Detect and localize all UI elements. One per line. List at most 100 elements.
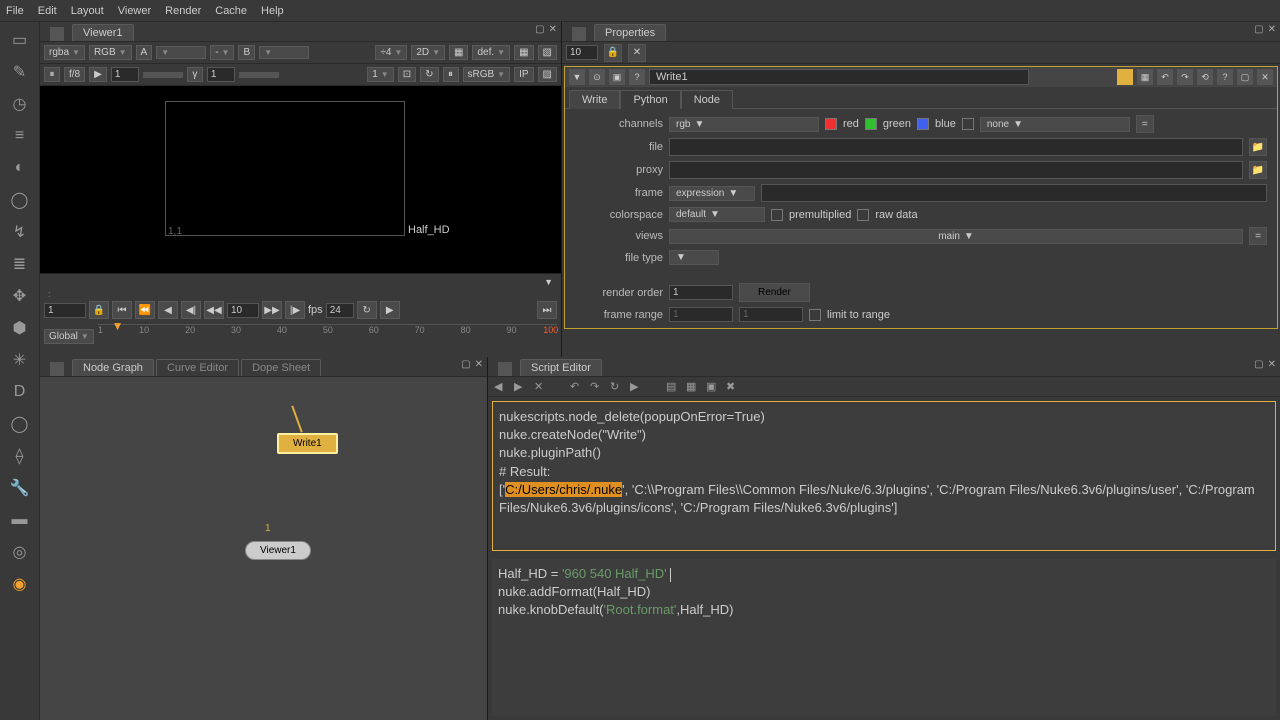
redo-icon[interactable]: ↷ [1177,69,1193,85]
source-script-icon[interactable]: ↶ [570,380,584,394]
pane-grip-icon[interactable] [572,27,586,41]
clear-output-icon[interactable]: ✖ [726,380,740,394]
zoom-select[interactable]: 1▼ [367,67,393,82]
limit-range-checkbox[interactable] [809,309,821,321]
menu-viewer[interactable]: Viewer [118,5,151,17]
tab-scripteditor[interactable]: Script Editor [520,359,602,376]
prev-script-icon[interactable]: ◀ [494,380,508,394]
tab-write[interactable]: Write [569,90,620,109]
blue-checkbox[interactable] [917,118,929,130]
pane-grip-icon[interactable] [50,362,64,376]
tool-image-icon[interactable]: ▭ [10,30,30,50]
pane-close-icon[interactable]: ✕ [1268,24,1276,35]
gamma-slider[interactable] [239,72,279,78]
viewport[interactable]: 1,1 Half_HD [40,86,561,273]
tab-dopesheet[interactable]: Dope Sheet [241,359,321,376]
tool-toolsets-icon[interactable]: 🔧 [10,478,30,498]
frame-start-input[interactable] [44,303,86,318]
node-input-arrow[interactable] [291,406,302,433]
gain-slider[interactable] [143,72,183,78]
current-frame-input[interactable] [227,303,259,318]
timeline-ruler[interactable]: ▼ 1 10 20 30 40 50 60 70 80 90 100 [98,324,557,348]
2d3d-select[interactable]: 2D▼ [411,45,445,60]
channels-select[interactable]: rgb▼ [669,117,819,132]
close-node-icon[interactable]: ✕ [1257,69,1273,85]
pane-close-icon[interactable]: ✕ [549,24,557,35]
menu-layout[interactable]: Layout [71,5,104,17]
colorspace-select[interactable]: default▼ [669,207,765,222]
show-both-icon[interactable]: ▣ [706,380,720,394]
tool-nuke-icon[interactable]: ◉ [10,574,30,594]
pause-icon[interactable]: ⏸ [44,67,60,82]
clear-panels-icon[interactable]: ✕ [628,44,646,62]
write-node[interactable]: Write1 [277,433,338,454]
tab-curveeditor[interactable]: Curve Editor [156,359,239,376]
tool-transform-icon[interactable]: ✥ [10,286,30,306]
menu-help[interactable]: Help [261,5,284,17]
node-help-icon[interactable]: ? [1217,69,1233,85]
proxy-browse-icon[interactable]: 📁 [1249,161,1267,179]
overlay-icon[interactable]: ▦ [514,45,533,60]
save-script-icon[interactable]: ↻ [610,380,624,394]
load-script-icon[interactable]: ↷ [590,380,604,394]
file-input[interactable] [669,138,1243,156]
tool-other-icon[interactable]: ▬ [10,510,30,530]
pane-max-icon[interactable]: ▢ [1254,359,1263,370]
alpha-checkbox[interactable] [962,118,974,130]
tab-viewer1[interactable]: Viewer1 [72,24,134,41]
tool-allplugins-icon[interactable]: ◎ [10,542,30,562]
b-input-select[interactable]: ▼ [259,46,309,59]
wipe-select[interactable]: -▼ [210,45,234,60]
undo-icon[interactable]: ↶ [1157,69,1173,85]
b-button[interactable]: B [238,45,255,60]
tab-node[interactable]: Node [681,90,733,109]
gain-input[interactable] [111,67,139,82]
help-node-icon[interactable]: ? [629,69,645,85]
tab-properties[interactable]: Properties [594,24,666,41]
max-panels-input[interactable] [566,45,598,60]
step-fwd2-icon[interactable]: ▶▶ [262,301,282,319]
step-fwd-icon[interactable]: |▶ [285,301,305,319]
extra-channel-select[interactable]: none▼ [980,117,1130,132]
menu-render[interactable]: Render [165,5,201,17]
node-name-input[interactable]: Write1 [649,69,1029,85]
channel-select[interactable]: rgba▼ [44,45,85,60]
tool-particles-icon[interactable]: ✳ [10,350,30,370]
colorspace-select[interactable]: RGB▼ [89,45,132,60]
menu-cache[interactable]: Cache [215,5,247,17]
lock-panels-icon[interactable]: 🔒 [604,44,622,62]
clear-history-icon[interactable]: ✕ [534,380,548,394]
downrez-select[interactable]: ÷4▼ [375,45,407,60]
viewer-node[interactable]: Viewer1 [245,541,311,560]
frame-expr-input[interactable] [761,184,1267,202]
center-icon[interactable]: ⊙ [589,69,605,85]
rawdata-checkbox[interactable] [857,209,869,221]
green-checkbox[interactable] [865,118,877,130]
tool-3d-icon[interactable]: ⬢ [10,318,30,338]
pane-grip-icon[interactable] [50,27,64,41]
revert-icon[interactable]: ⟲ [1197,69,1213,85]
play-fwd-icon[interactable]: ▶ [380,301,400,319]
loop-icon[interactable]: ↻ [357,301,377,319]
reveal-icon[interactable]: ▣ [609,69,625,85]
fstop-play-icon[interactable]: ▶ [89,67,107,82]
render-order-input[interactable] [669,285,733,300]
menu-edit[interactable]: Edit [38,5,57,17]
refresh-icon[interactable]: ↻ [420,67,438,82]
views-anim-icon[interactable]: = [1249,227,1267,245]
default-select[interactable]: def.▼ [472,45,510,60]
pane-close-icon[interactable]: ✕ [475,359,483,370]
pane-close-icon[interactable]: ✕ [1268,359,1276,370]
show-output-icon[interactable]: ▦ [686,380,700,394]
node-color-icon[interactable] [1117,69,1133,85]
tab-python[interactable]: Python [620,90,680,109]
nodegraph-canvas[interactable]: Write1 1 Viewer1 [40,377,487,720]
tool-merge-icon[interactable]: ≣ [10,254,30,274]
render-button[interactable]: Render [739,283,810,302]
frame-mode-select[interactable]: expression▼ [669,186,755,201]
tool-time-icon[interactable]: ◷ [10,94,30,114]
frame-range-end-input[interactable] [739,307,803,322]
first-frame-icon[interactable]: ⏮ [112,301,132,319]
tab-nodegraph[interactable]: Node Graph [72,359,154,376]
step-back2-icon[interactable]: ◀◀ [204,301,224,319]
